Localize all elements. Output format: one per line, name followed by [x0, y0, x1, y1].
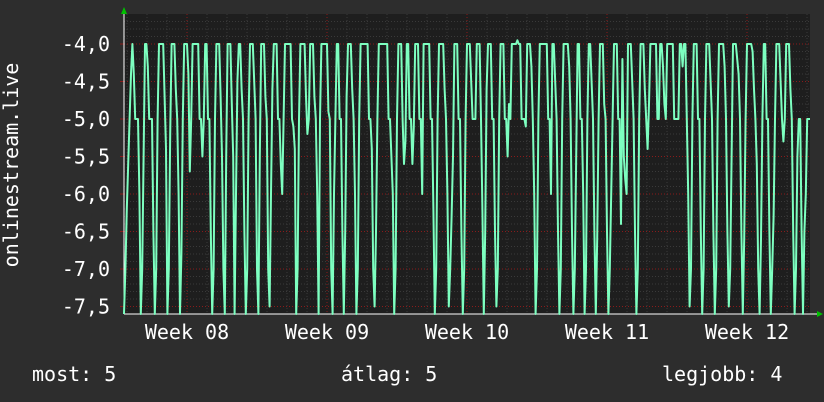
- y-tick-label: -6,0: [62, 182, 110, 206]
- y-tick-label: -5,5: [62, 145, 110, 169]
- y-tick-label: -7,0: [62, 257, 110, 281]
- x-tick-label: Week 11: [565, 320, 649, 344]
- y-axis-label: onlinestream.live: [0, 63, 23, 268]
- y-tick-label: -6,5: [62, 220, 110, 244]
- y-tick-label: -4,5: [62, 70, 110, 94]
- plot-area: -4,0 -4,5 -5,0 -5,5 -6,0 -6,5 -7,0 -7,5 Week 08 W…: [62, 7, 823, 344]
- x-tick-label: Week 08: [145, 320, 229, 344]
- stat-current: most: 5: [32, 362, 117, 386]
- chart: -4,0 -4,5 -5,0 -5,5 -6,0 -6,5 -7,0 -7,5 Week 08 W…: [0, 0, 824, 402]
- y-tick-label: -7,5: [62, 295, 110, 319]
- x-tick-label: Week 10: [425, 320, 509, 344]
- x-tick-label: Week 12: [705, 320, 789, 344]
- x-tick-label: Week 09: [285, 320, 369, 344]
- stat-best: legjobb: 4: [662, 362, 783, 386]
- y-tick-label: -5,0: [62, 107, 110, 131]
- y-tick-label: -4,0: [62, 32, 110, 56]
- stat-average: átlag: 5: [341, 362, 438, 386]
